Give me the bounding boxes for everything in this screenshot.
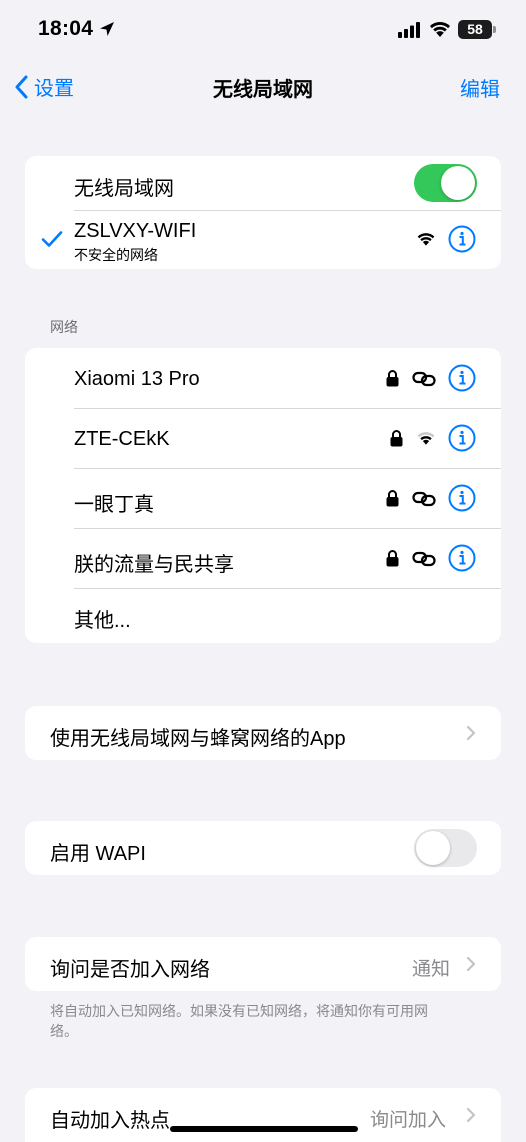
lock-icon	[386, 490, 399, 507]
edit-button[interactable]: 编辑	[460, 73, 500, 102]
hotspot-label: 自动加入热点	[50, 1110, 170, 1132]
ask-join-value: 通知	[412, 959, 451, 980]
home-indicator[interactable]	[170, 1126, 358, 1132]
connected-network-subtitle: 不安全的网络	[74, 247, 158, 263]
cellular-signal-icon	[398, 22, 420, 38]
battery-icon: 58	[458, 20, 492, 39]
chevron-right-icon	[466, 725, 476, 741]
toggle-knob	[441, 166, 475, 200]
battery-nub	[493, 26, 496, 33]
info-icon[interactable]	[448, 484, 476, 512]
network-row[interactable]: ZTE-CEkK	[25, 408, 501, 468]
connected-network-row[interactable]: ZSLVXY-WIFI 不安全的网络	[25, 211, 501, 269]
wifi-toggle-label: 无线局域网	[74, 178, 174, 200]
info-icon[interactable]	[448, 544, 476, 572]
wapi-label: 启用 WAPI	[50, 843, 146, 865]
apps-row-label: 使用无线局域网与蜂窝网络的App	[50, 728, 346, 750]
network-name: 一眼丁真	[74, 494, 154, 516]
lock-icon	[390, 430, 403, 447]
wifi-card: 无线局域网 ZSLVXY-WIFI 不安全的网络	[25, 156, 501, 269]
chevron-right-icon	[466, 956, 476, 972]
hotspot-link-icon	[412, 491, 436, 507]
wapi-toggle[interactable]	[414, 829, 477, 867]
wifi-full-icon	[417, 233, 435, 246]
network-name: Xiaomi 13 Pro	[74, 368, 200, 390]
page-title: 无线局域网	[213, 79, 313, 101]
info-icon[interactable]	[448, 225, 476, 253]
wapi-card: 启用 WAPI	[25, 821, 501, 875]
chevron-right-icon	[466, 1107, 476, 1123]
lock-icon	[386, 370, 399, 387]
wifi-toggle[interactable]	[414, 164, 477, 202]
networks-section-header: 网络	[50, 319, 78, 335]
navigation-bar: 设置 无线局域网 编辑	[0, 62, 526, 108]
location-arrow-icon	[100, 22, 114, 36]
wifi-toggle-row: 无线局域网	[25, 156, 501, 210]
wifi-status-icon	[430, 22, 450, 37]
connected-network-name: ZSLVXY-WIFI	[74, 220, 197, 242]
other-network-row[interactable]: 其他...	[25, 588, 501, 643]
status-bar: 18:04 58	[0, 0, 526, 60]
wifi-weak-icon	[417, 432, 435, 445]
networks-card: Xiaomi 13 Pro ZTE-CEkK 一眼丁真 朕的流量与民共享 其他.…	[25, 348, 501, 643]
network-row[interactable]: Xiaomi 13 Pro	[25, 348, 501, 408]
status-time: 18:04	[38, 17, 94, 40]
network-name: ZTE-CEkK	[74, 428, 170, 450]
hotspot-value: 询问加入	[370, 1110, 447, 1131]
info-icon[interactable]	[448, 364, 476, 392]
network-row[interactable]: 朕的流量与民共享	[25, 528, 501, 588]
hotspot-card[interactable]: 自动加入热点 询问加入	[25, 1088, 501, 1142]
checkmark-icon	[41, 231, 63, 247]
network-name: 朕的流量与民共享	[74, 554, 234, 576]
ask-join-footnote: 将自动加入已知网络。如果没有已知网络，将通知你有可用网络。	[50, 1003, 428, 1039]
other-network-label: 其他...	[74, 610, 131, 632]
ask-join-card[interactable]: 询问是否加入网络 通知	[25, 937, 501, 991]
info-icon[interactable]	[448, 424, 476, 452]
hotspot-link-icon	[412, 551, 436, 567]
toggle-knob	[416, 831, 450, 865]
network-row[interactable]: 一眼丁真	[25, 468, 501, 528]
ask-join-label: 询问是否加入网络	[50, 959, 210, 981]
lock-icon	[386, 550, 399, 567]
hotspot-link-icon	[412, 371, 436, 387]
apps-card[interactable]: 使用无线局域网与蜂窝网络的App	[25, 706, 501, 760]
